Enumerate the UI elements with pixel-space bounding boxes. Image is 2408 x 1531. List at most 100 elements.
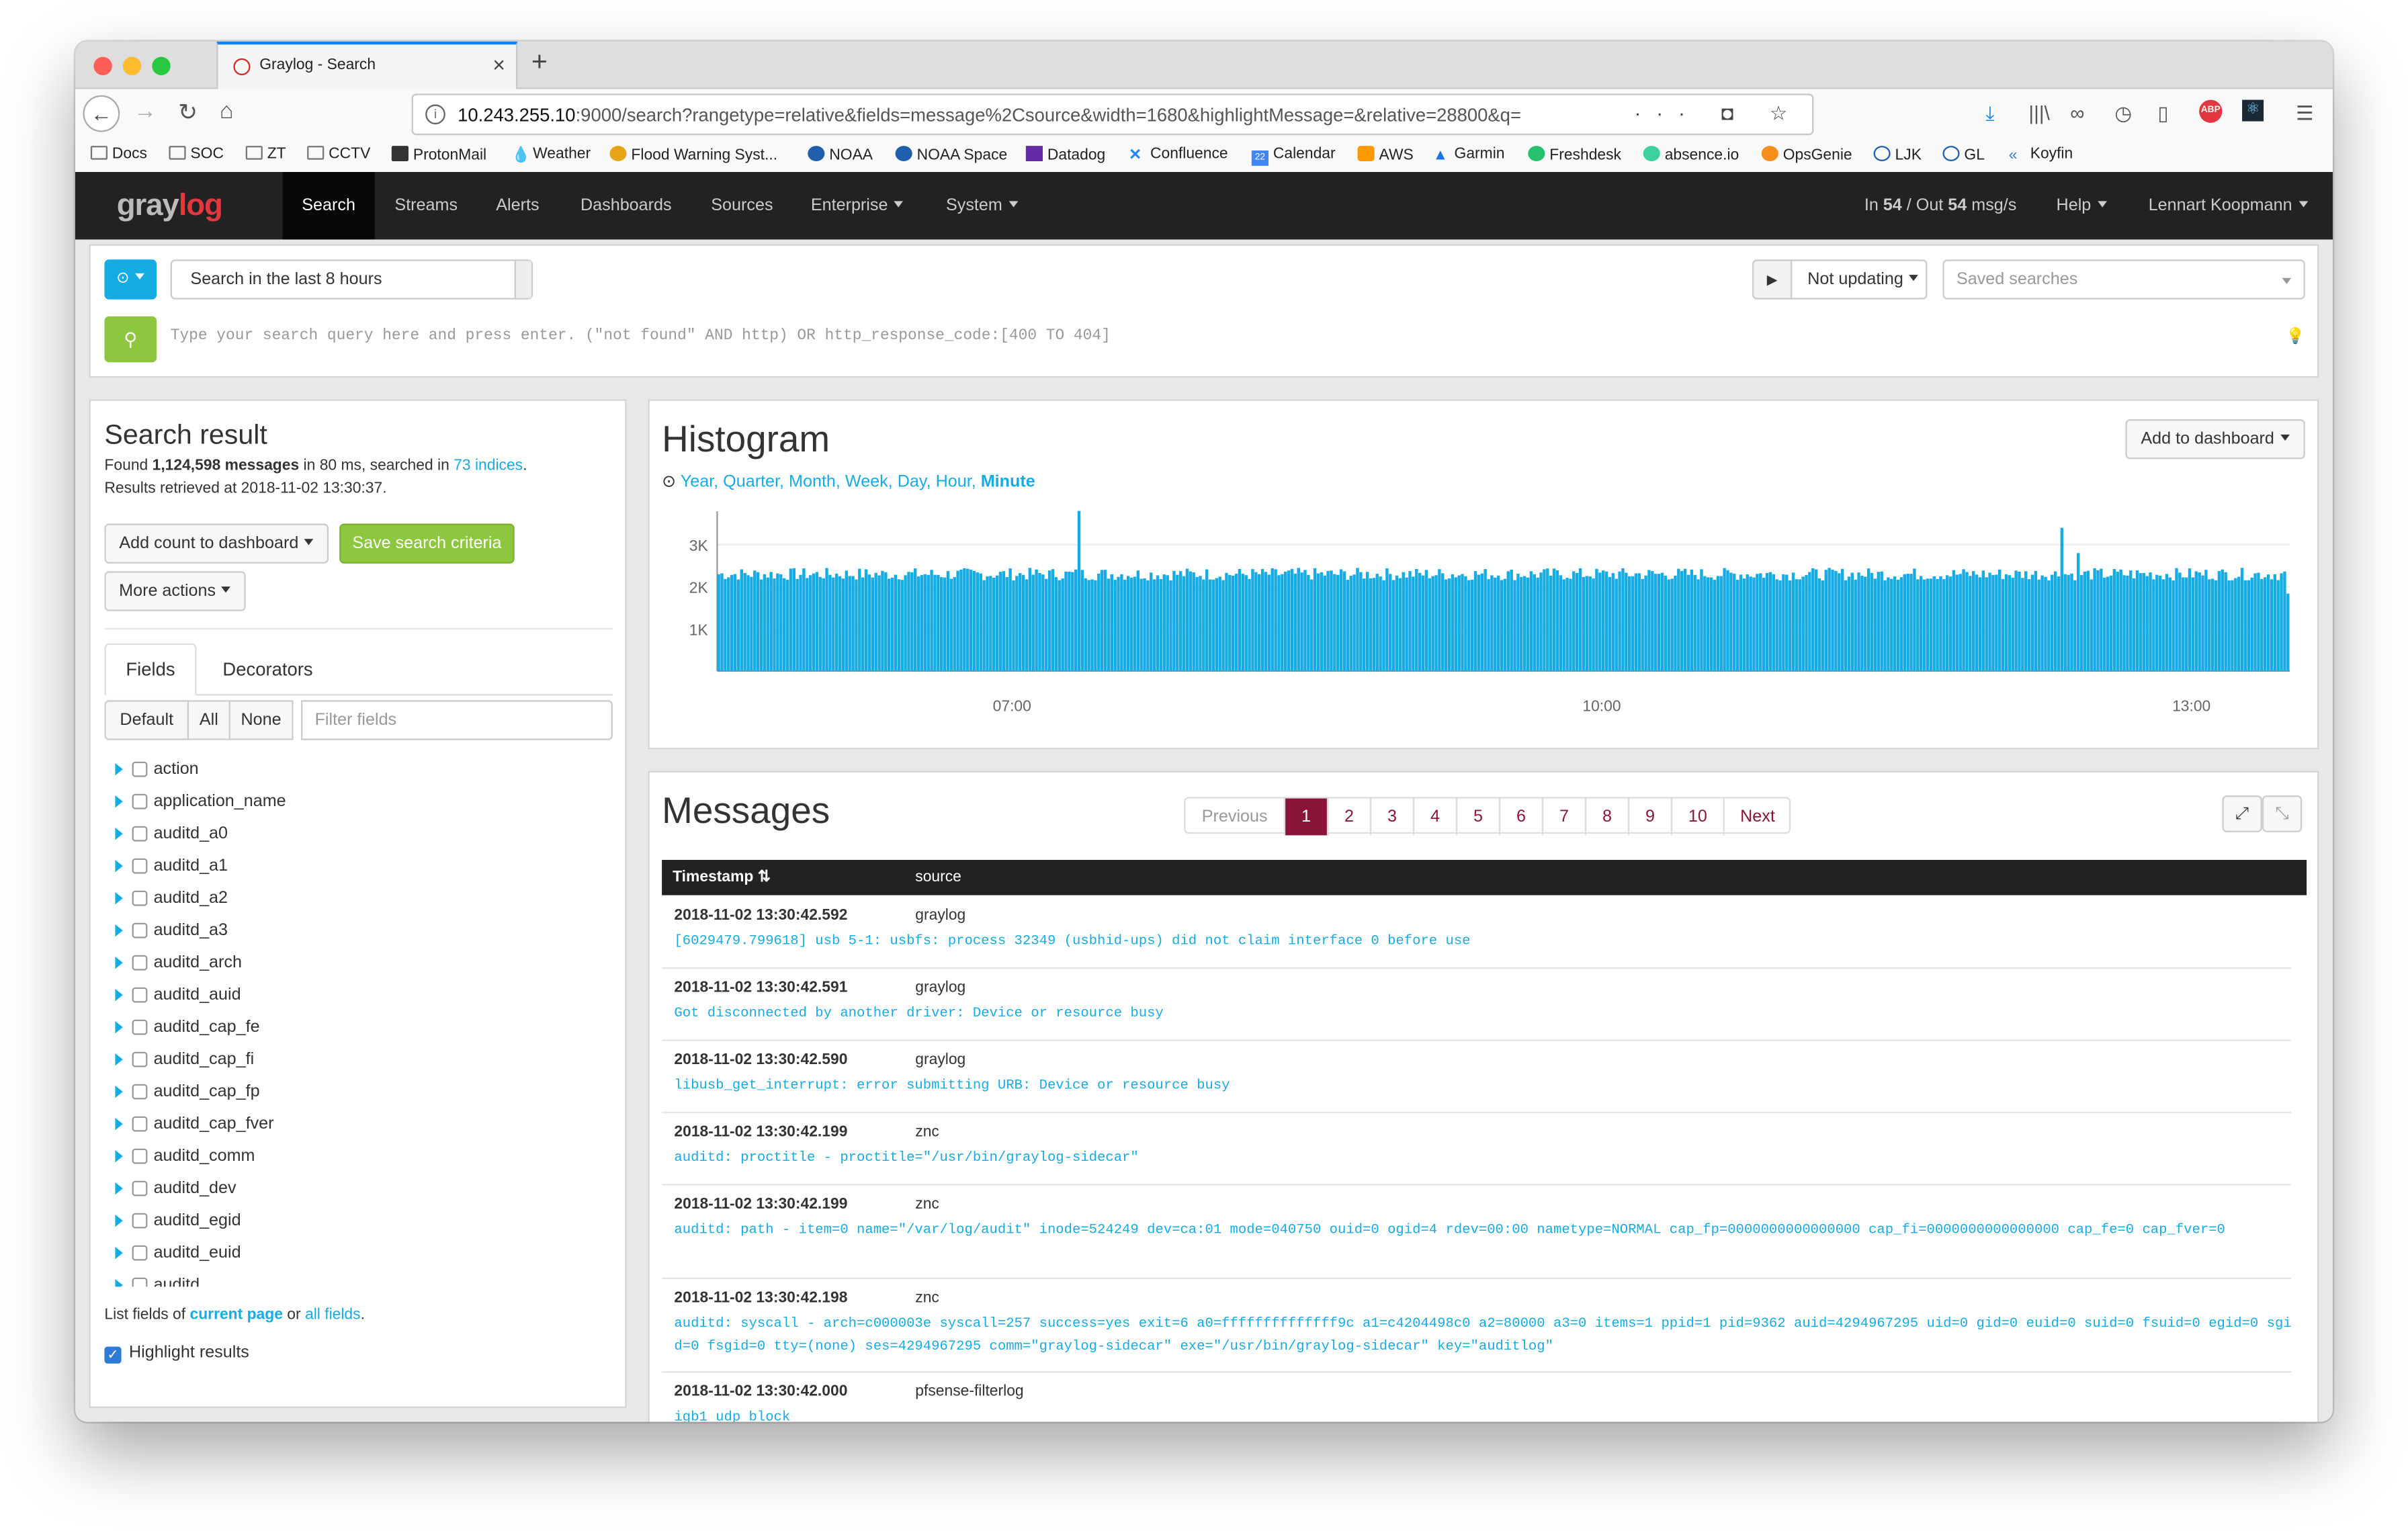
histogram-bar[interactable]: [1254, 572, 1258, 671]
histogram-bar[interactable]: [2090, 579, 2093, 671]
histogram-bar[interactable]: [972, 571, 976, 671]
url-text[interactable]: 10.243.255.10:9000/search?rangetype=rela…: [458, 104, 1521, 126]
histogram-bar[interactable]: [1457, 575, 1461, 671]
histogram-bar[interactable]: [1913, 568, 1916, 671]
field-checkbox[interactable]: [132, 793, 148, 810]
timerange-type-button[interactable]: ⊙: [104, 259, 157, 300]
histogram-bar[interactable]: [1680, 570, 1684, 671]
nav-alerts[interactable]: Alerts: [496, 172, 539, 240]
histogram-bar[interactable]: [1529, 571, 1533, 671]
histogram-bar[interactable]: [1248, 578, 1251, 671]
histogram-bar[interactable]: [779, 574, 783, 671]
histogram-bar[interactable]: [1363, 578, 1366, 671]
histogram-bar[interactable]: [2263, 577, 2267, 671]
histogram-bar[interactable]: [1342, 571, 1346, 671]
field-checkbox[interactable]: [132, 955, 148, 971]
histogram-bar[interactable]: [1290, 568, 1294, 671]
field-checkbox[interactable]: [132, 987, 148, 1003]
histogram-bar[interactable]: [1641, 578, 1644, 671]
histogram-bar[interactable]: [773, 578, 776, 671]
histogram-bar[interactable]: [1647, 570, 1651, 671]
histogram-bar[interactable]: [1434, 575, 1438, 671]
histogram-bar[interactable]: [2070, 573, 2073, 671]
histogram-bar[interactable]: [2175, 568, 2178, 671]
histogram-bar[interactable]: [1543, 569, 1546, 671]
histogram-bar[interactable]: [2086, 570, 2090, 671]
histogram-bar[interactable]: [1762, 578, 1766, 671]
histogram-bar[interactable]: [1019, 573, 1022, 671]
histogram-bar[interactable]: [1490, 575, 1494, 671]
histogram-bar[interactable]: [1405, 577, 1408, 671]
histogram-bar[interactable]: [1015, 576, 1019, 671]
histogram-bar[interactable]: [1598, 572, 1602, 671]
histogram-bar[interactable]: [1752, 577, 1756, 671]
histogram-bar[interactable]: [1097, 573, 1101, 671]
histogram-bar[interactable]: [1339, 569, 1343, 671]
bookmark[interactable]: Datadog: [1025, 146, 1105, 165]
histogram-bar[interactable]: [1038, 573, 1041, 671]
reload-icon[interactable]: ↻: [178, 98, 198, 126]
histogram-bar[interactable]: [2126, 575, 2129, 671]
histogram-bar[interactable]: [949, 578, 953, 671]
histogram-bar[interactable]: [933, 574, 937, 671]
bookmark[interactable]: absence.io: [1643, 146, 1739, 165]
histogram-bar[interactable]: [1621, 568, 1625, 671]
histogram-bar[interactable]: [2243, 580, 2247, 671]
save-search-criteria-button[interactable]: Save search criteria: [339, 523, 515, 564]
histogram-bar[interactable]: [1326, 570, 1330, 671]
histogram-bar[interactable]: [1494, 577, 1497, 671]
histogram-bar[interactable]: [1103, 570, 1107, 671]
histogram-bar[interactable]: [1129, 577, 1133, 671]
histogram-bar[interactable]: [979, 573, 982, 671]
histogram-bar[interactable]: [1588, 576, 1592, 671]
histogram-bar[interactable]: [2270, 579, 2274, 671]
histogram-bar[interactable]: [1346, 580, 1350, 671]
field-checkbox[interactable]: [132, 1084, 148, 1100]
field-checkbox[interactable]: [132, 1148, 148, 1164]
bookmark[interactable]: NOAA Space: [895, 146, 1007, 165]
histogram-bar[interactable]: [2093, 568, 2096, 671]
histogram-bar[interactable]: [1444, 579, 1448, 671]
sidebar-icon[interactable]: ▯: [2157, 101, 2168, 126]
tab-fields[interactable]: Fields: [104, 643, 197, 696]
histogram-bar[interactable]: [1546, 568, 1549, 671]
histogram-bar[interactable]: [1919, 576, 1923, 671]
histogram-bar[interactable]: [1778, 580, 1782, 671]
histogram-bar[interactable]: [855, 579, 858, 671]
page-4[interactable]: 4: [1414, 798, 1458, 836]
highlight-results-toggle[interactable]: ✓ Highlight results: [104, 1344, 249, 1364]
histogram-bar[interactable]: [720, 573, 724, 671]
histogram-bar[interactable]: [2030, 574, 2034, 671]
histogram-bar[interactable]: [1981, 570, 1985, 671]
histogram-bar[interactable]: [1041, 574, 1045, 671]
histogram-bar[interactable]: [1572, 571, 1576, 671]
histogram-bar[interactable]: [1241, 574, 1245, 671]
histogram-bar[interactable]: [995, 575, 999, 671]
histogram-bar[interactable]: [1140, 578, 1143, 671]
histogram-bar[interactable]: [1601, 570, 1605, 671]
histogram-bar[interactable]: [753, 570, 757, 671]
histogram-bar[interactable]: [1775, 579, 1778, 671]
histogram-bar[interactable]: [1277, 575, 1281, 671]
histogram-bar[interactable]: [1365, 572, 1369, 671]
histogram-bar[interactable]: [2034, 570, 2038, 671]
nav-dashboards[interactable]: Dashboards: [580, 172, 672, 240]
histogram-bar[interactable]: [2247, 580, 2251, 671]
histogram-bar[interactable]: [2096, 570, 2100, 671]
zoom-window-button[interactable]: [152, 56, 171, 75]
histogram-bar[interactable]: [2227, 580, 2231, 671]
histogram-bar[interactable]: [2168, 577, 2172, 671]
histogram-bar[interactable]: [1768, 572, 1772, 671]
bookmark-star-icon[interactable]: ☆: [1770, 101, 1803, 124]
histogram-bar[interactable]: [1756, 574, 1759, 671]
histogram-bar[interactable]: [1791, 572, 1795, 671]
histogram-bar[interactable]: [1975, 574, 1979, 671]
histogram-bar[interactable]: [1887, 577, 1890, 671]
histogram-bar[interactable]: [1716, 576, 1720, 671]
histogram-bar[interactable]: [894, 574, 898, 671]
histogram-bar[interactable]: [1844, 580, 1848, 671]
search-query-input[interactable]: Type your search query here and press en…: [171, 329, 1111, 345]
browser-tab[interactable]: Graylog - Search ×: [216, 41, 518, 89]
histogram-bar[interactable]: [1045, 578, 1048, 671]
histogram-bar[interactable]: [1805, 574, 1808, 671]
